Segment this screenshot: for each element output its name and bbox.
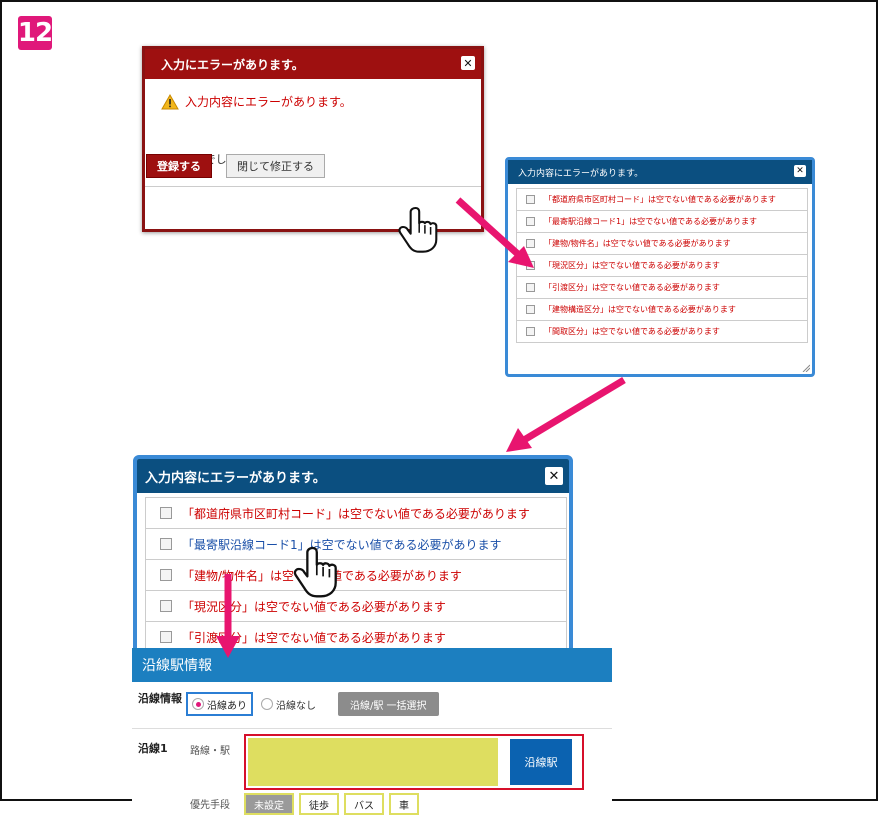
- hand-cursor-icon: [398, 206, 438, 253]
- arrow-2: [506, 376, 626, 452]
- arrow-3: [216, 574, 240, 658]
- annotation-overlay: [216, 197, 626, 658]
- hand-cursor-icon: [293, 546, 337, 598]
- arrow-1: [455, 197, 534, 268]
